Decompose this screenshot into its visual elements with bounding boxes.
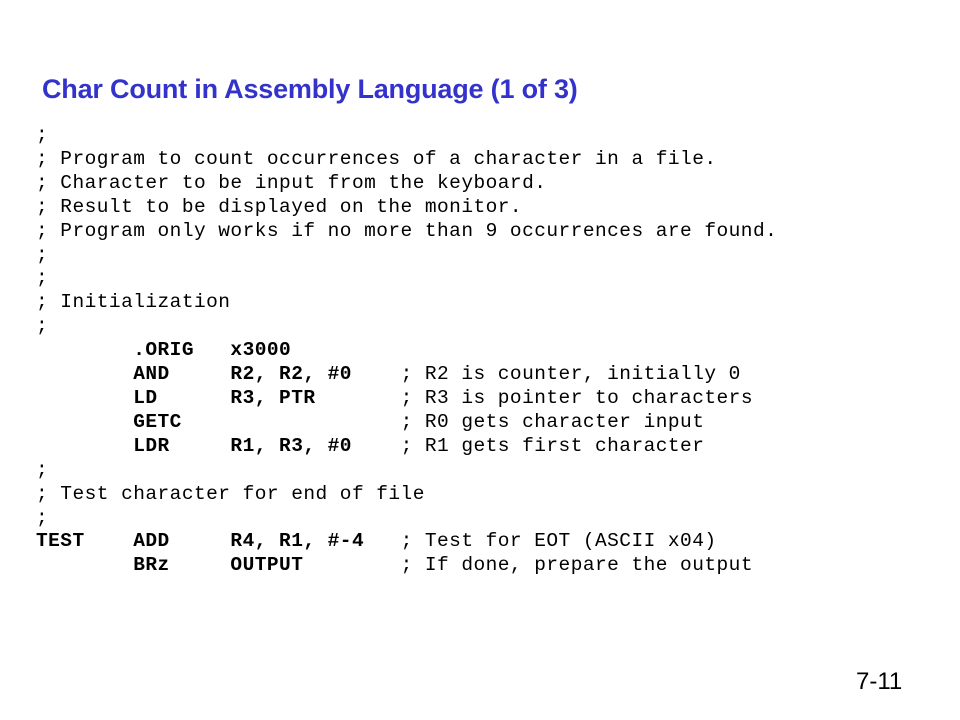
code-line: ;: [36, 459, 948, 483]
code-comment: ; R0 gets character input: [400, 410, 705, 433]
code-comment: ;: [36, 506, 49, 529]
code-comment: ; If done, prepare the output: [400, 554, 753, 577]
code-instruction: GETC: [36, 410, 401, 433]
code-line: ; Test character for end of file: [36, 483, 948, 507]
code-comment: ; Program only works if no more than 9 o…: [36, 219, 778, 242]
code-instruction: AND R2, R2, #0: [36, 363, 401, 386]
code-comment: ; R1 gets first character: [400, 434, 705, 457]
code-line: ;: [36, 124, 948, 148]
code-comment: ;: [36, 267, 49, 290]
code-comment: ;: [36, 315, 49, 338]
code-line: ;: [36, 244, 948, 268]
code-line: BRz OUTPUT ; If done, prepare the output: [36, 554, 948, 578]
code-comment: ; Program to count occurrences of a char…: [36, 147, 717, 170]
code-line: ;: [36, 267, 948, 291]
page-title: Char Count in Assembly Language (1 of 3): [42, 74, 578, 104]
slide-canvas: Char Count in Assembly Language (1 of 3)…: [0, 0, 960, 720]
code-comment: ; R2 is counter, initially 0: [400, 363, 741, 386]
code-instruction: .ORIG x3000: [36, 339, 292, 362]
code-instruction: BRz OUTPUT: [36, 554, 401, 577]
code-line: ;: [36, 507, 948, 531]
code-instruction: LD R3, PTR: [36, 386, 401, 409]
code-comment: ; Initialization: [36, 291, 231, 314]
code-line: AND R2, R2, #0 ; R2 is counter, initiall…: [36, 363, 948, 387]
code-instruction: TEST ADD R4, R1, #-4: [36, 530, 401, 553]
code-comment: ;: [36, 458, 49, 481]
code-comment: ; Test character for end of file: [36, 482, 425, 505]
code-line: GETC ; R0 gets character input: [36, 411, 948, 435]
code-line: .ORIG x3000: [36, 339, 948, 363]
assembly-code-listing: ;; Program to count occurrences of a cha…: [36, 124, 948, 578]
code-comment: ; Result to be displayed on the monitor.: [36, 195, 523, 218]
code-line: ; Result to be displayed on the monitor.: [36, 196, 948, 220]
code-line: LDR R1, R3, #0 ; R1 gets first character: [36, 435, 948, 459]
code-comment: ; Character to be input from the keyboar…: [36, 171, 547, 194]
code-line: ; Initialization: [36, 291, 948, 315]
code-instruction: LDR R1, R3, #0: [36, 434, 401, 457]
code-line: TEST ADD R4, R1, #-4 ; Test for EOT (ASC…: [36, 530, 948, 554]
code-line: ;: [36, 315, 948, 339]
code-line: LD R3, PTR ; R3 is pointer to characters: [36, 387, 948, 411]
code-comment: ; R3 is pointer to characters: [400, 386, 753, 409]
code-line: ; Character to be input from the keyboar…: [36, 172, 948, 196]
code-line: ; Program to count occurrences of a char…: [36, 148, 948, 172]
code-comment: ; Test for EOT (ASCII x04): [400, 530, 717, 553]
code-comment: ;: [36, 243, 49, 266]
code-comment: ;: [36, 124, 49, 146]
code-line: ; Program only works if no more than 9 o…: [36, 220, 948, 244]
page-number: 7-11: [856, 668, 903, 695]
